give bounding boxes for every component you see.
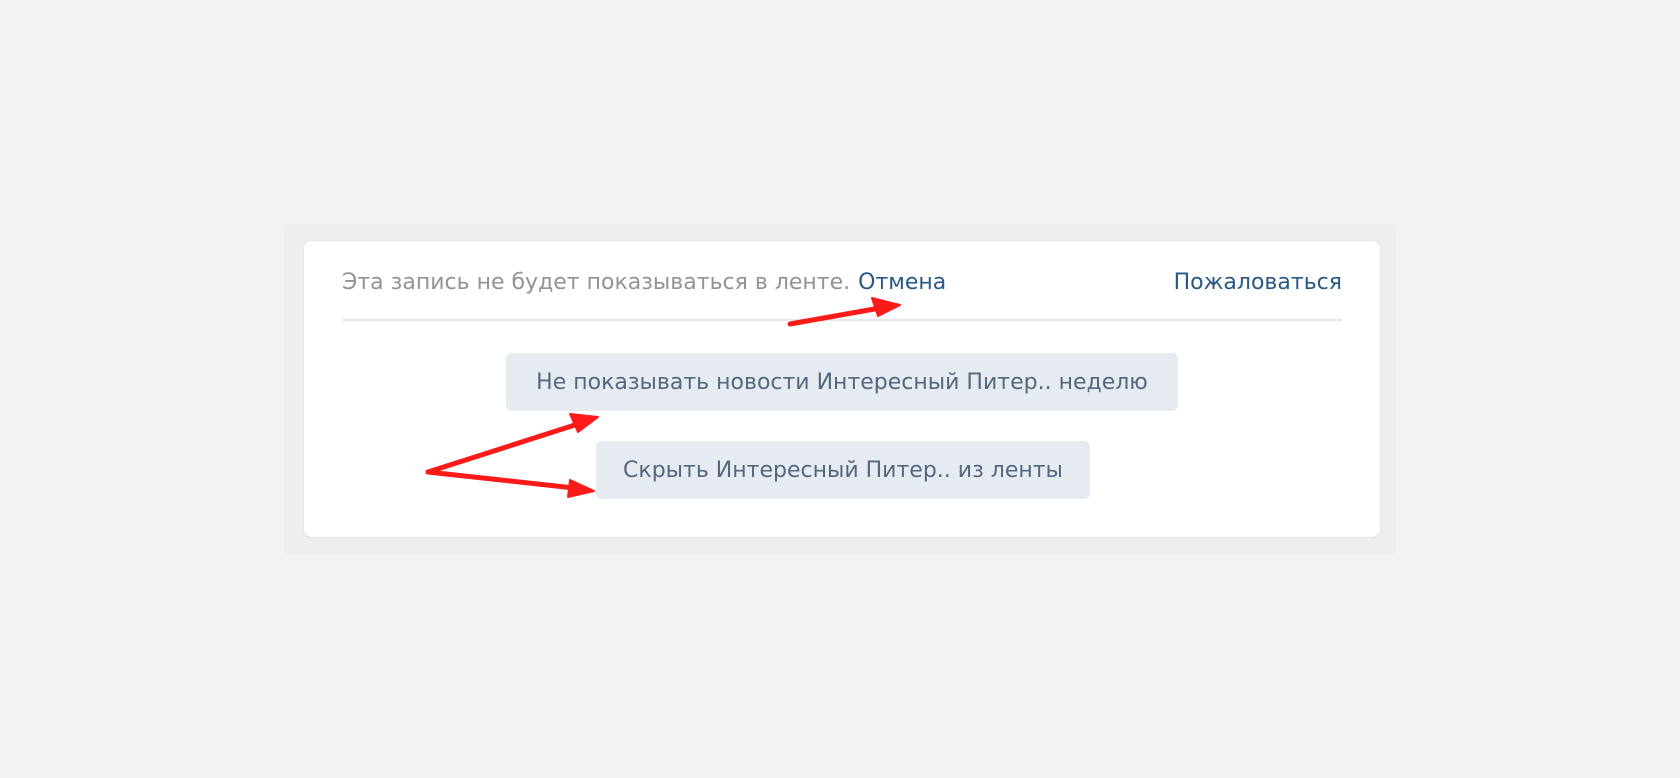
hidden-post-message: Эта запись не будет показываться в ленте…: [342, 270, 851, 295]
divider: [342, 319, 1342, 321]
hidden-post-card: Эта запись не будет показываться в ленте…: [304, 241, 1380, 537]
hidden-post-info-row: Эта запись не будет показываться в ленте…: [342, 267, 1342, 299]
report-link[interactable]: Пожаловаться: [1174, 267, 1342, 299]
hide-source-from-feed-button[interactable]: Скрыть Интересный Питер.. из ленты: [596, 441, 1090, 499]
hide-news-week-button[interactable]: Не показывать новости Интересный Питер..…: [506, 353, 1178, 411]
cancel-link[interactable]: Отмена: [858, 267, 946, 299]
